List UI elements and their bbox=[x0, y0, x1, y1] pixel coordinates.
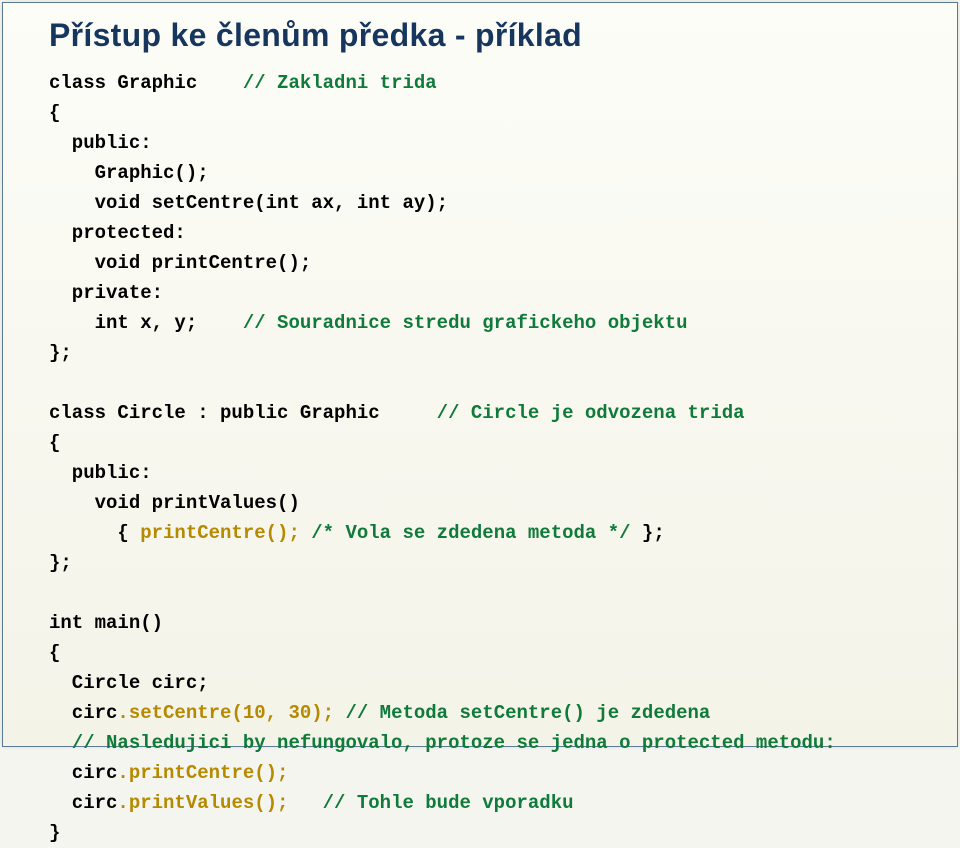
code-brace: { bbox=[49, 102, 60, 124]
code-circ3a: circ bbox=[49, 762, 117, 784]
code-printcentre-decl: void printCentre(); bbox=[49, 252, 311, 274]
code-circle-decl: Circle circ; bbox=[49, 672, 209, 694]
code-brace: { bbox=[49, 432, 60, 454]
code-callpc-end: }; bbox=[642, 522, 665, 544]
code-ctor: Graphic(); bbox=[49, 162, 209, 184]
code-public: public: bbox=[49, 132, 152, 154]
code-class-circle: class Circle : public Graphic bbox=[49, 402, 380, 424]
comment-protected: // Nasledujici by nefungovalo, protoze s… bbox=[49, 732, 836, 754]
code-protected: protected: bbox=[49, 222, 186, 244]
code-brace6: } bbox=[49, 822, 60, 844]
comment-inherited-call: /* Vola se zdedena metoda */ bbox=[300, 522, 642, 544]
code-setcentre-call: .setCentre(10, 30); bbox=[117, 702, 334, 724]
code-class-graphic: class Graphic bbox=[49, 72, 197, 94]
comment-derived: // Circle je odvozena trida bbox=[437, 402, 745, 424]
code-public2: public: bbox=[49, 462, 152, 484]
code-private: private: bbox=[49, 282, 163, 304]
slide-title: Přístup ke členům předka - příklad bbox=[49, 17, 921, 54]
code-brace-end: }; bbox=[49, 342, 72, 364]
code-printcentre-call: .printCentre(); bbox=[117, 762, 288, 784]
code-printvalues-call: .printValues(); bbox=[117, 792, 288, 814]
code-brace-end2: }; bbox=[49, 552, 72, 574]
code-circ1a: circ bbox=[49, 702, 117, 724]
comment-setcentre: // Metoda setCentre() je zdedena bbox=[334, 702, 710, 724]
code-setcentre: void setCentre(int ax, int ay); bbox=[49, 192, 448, 214]
code-callpc-pre: { bbox=[49, 522, 140, 544]
comment-ok: // Tohle bude vporadku bbox=[288, 792, 573, 814]
slide-container: Přístup ke členům předka - příklad class… bbox=[2, 2, 958, 747]
code-callpc-call: printCentre(); bbox=[140, 522, 300, 544]
code-printvalues: void printValues() bbox=[49, 492, 300, 514]
code-main: int main() bbox=[49, 612, 163, 634]
code-block: class Graphic // Zakladni trida { public… bbox=[49, 68, 921, 848]
code-brace5: { bbox=[49, 642, 60, 664]
comment-base-class: // Zakladni trida bbox=[243, 72, 437, 94]
code-intxy: int x, y; bbox=[49, 312, 197, 334]
comment-coords: // Souradnice stredu grafickeho objektu bbox=[243, 312, 688, 334]
code-circ4a: circ bbox=[49, 792, 117, 814]
